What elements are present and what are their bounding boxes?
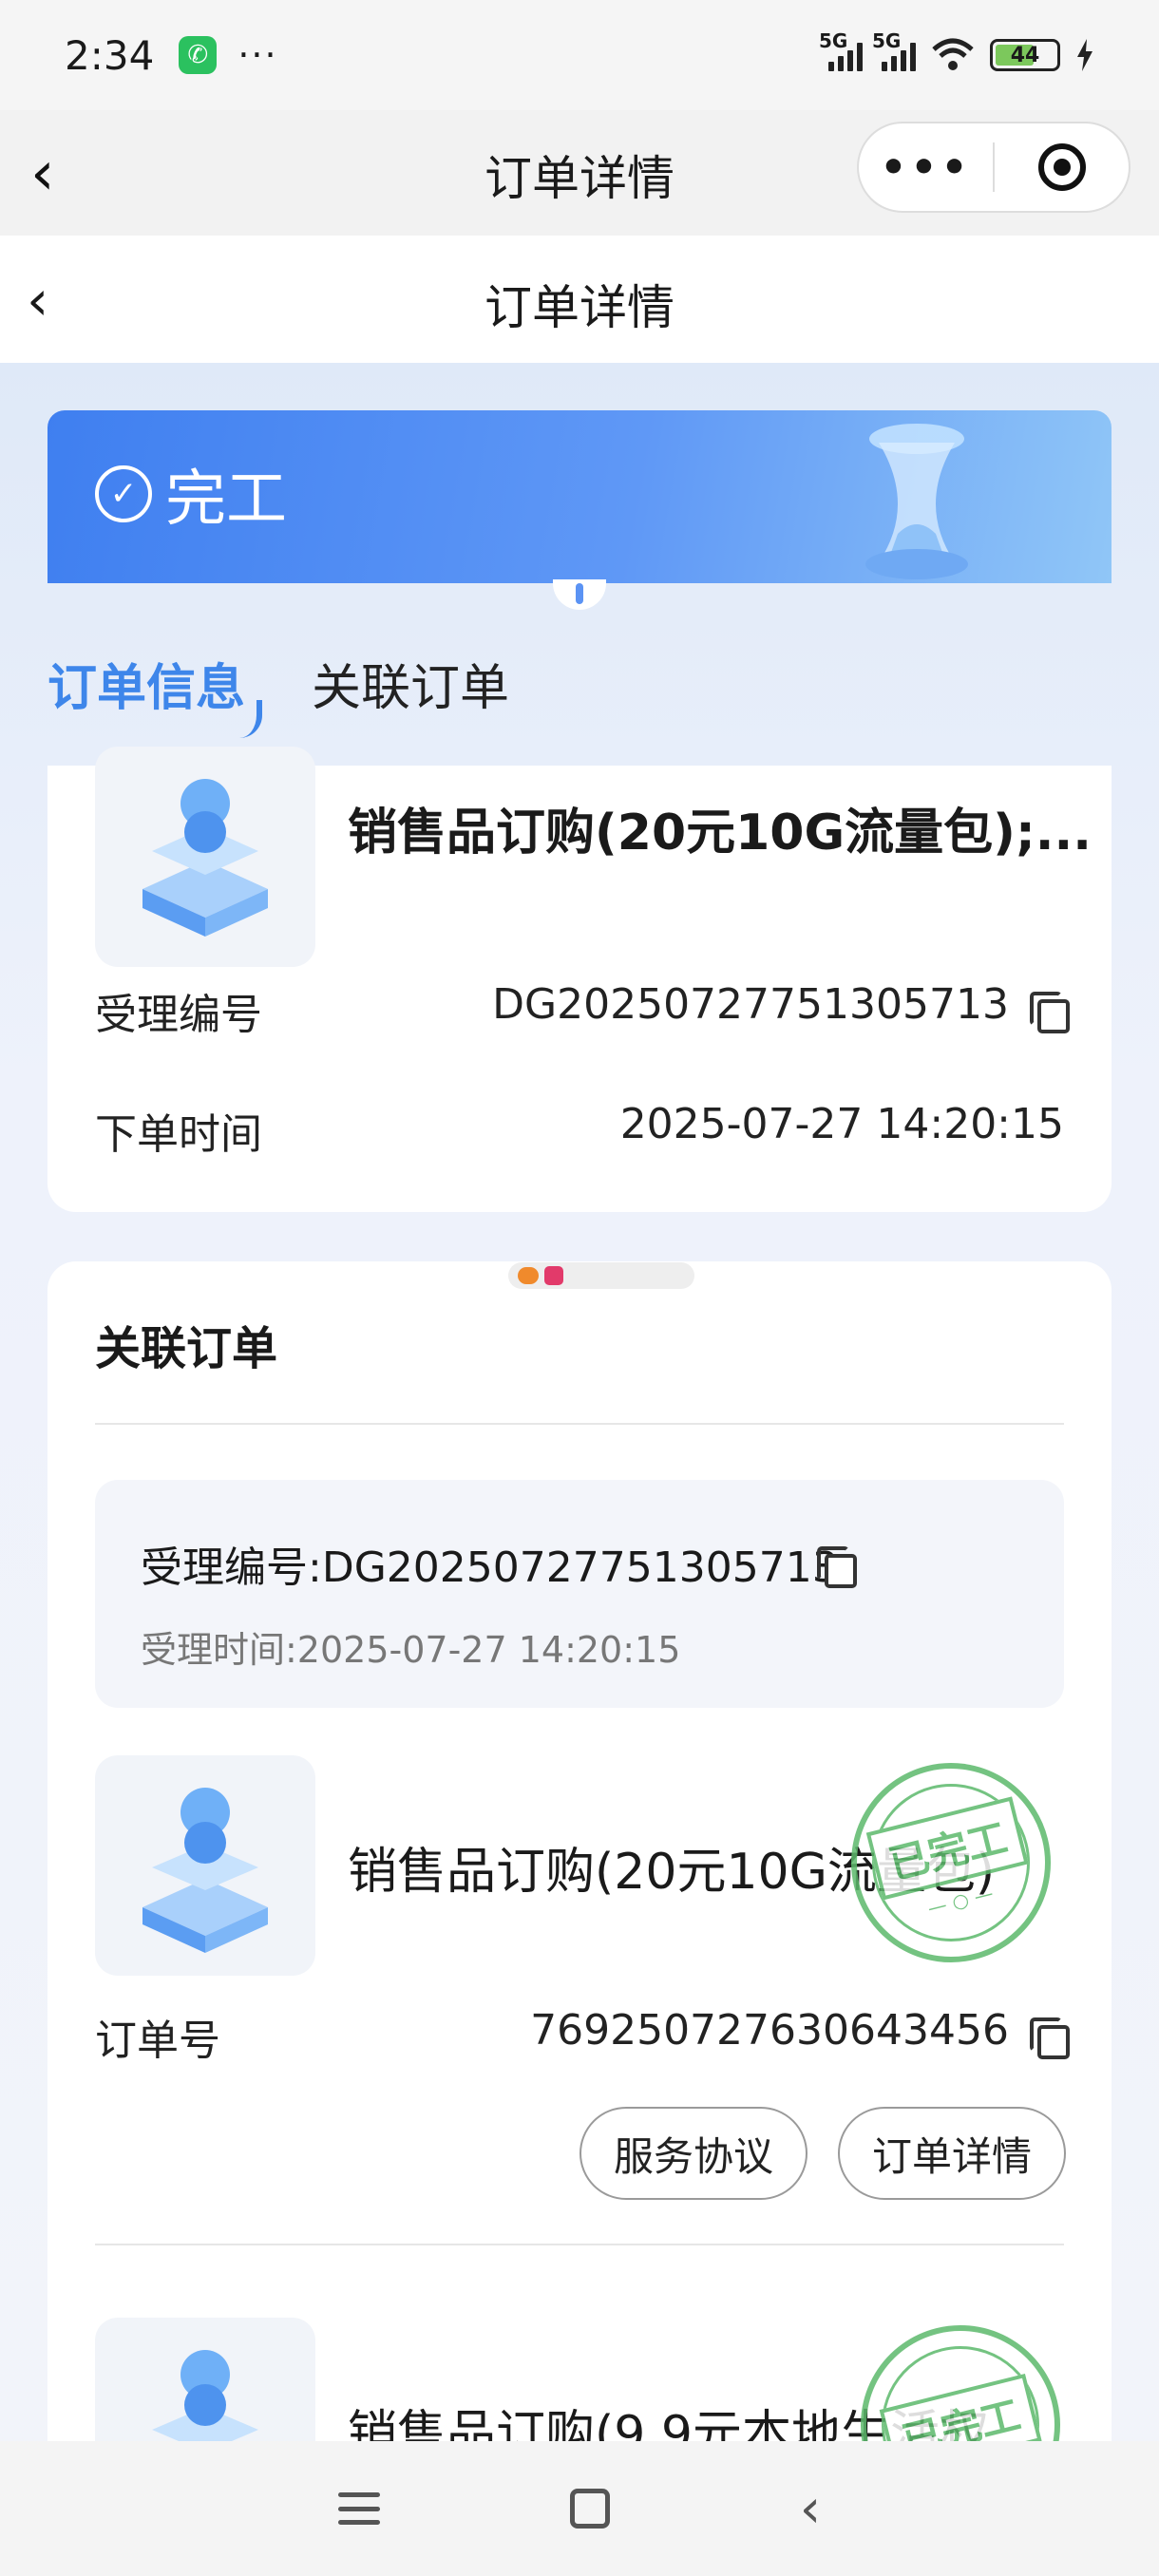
close-mini-program-button[interactable] <box>995 143 1129 191</box>
accept-time-line: 受理时间:2025-07-27 14:20:15 <box>141 1629 681 1671</box>
logo-icon <box>544 1266 563 1285</box>
data-package-icon <box>152 2350 258 2441</box>
tab-related-orders[interactable]: 关联订单 <box>312 648 509 719</box>
logo-icon <box>518 1267 539 1284</box>
clock: 2:34 <box>65 31 155 79</box>
status-icons: 5G 5G 44 <box>819 29 1094 72</box>
service-agreement-button[interactable]: 服务协议 <box>580 2107 808 2200</box>
tab-order-info[interactable]: 订单信息 <box>48 648 263 738</box>
back-button[interactable]: ‹ <box>800 2478 821 2540</box>
banner-notch <box>553 579 606 610</box>
capsule-menu: ••• <box>857 122 1130 213</box>
page-title: 订单详情 <box>484 280 674 335</box>
accept-info-box: 受理编号:DG20250727751305713 受理时间:2025-07-27… <box>95 1480 1064 1708</box>
battery-icon: 44 <box>990 39 1060 71</box>
product-title: 销售品订购(20元10G流量包);... <box>348 805 1092 862</box>
hourglass-icon <box>865 424 968 579</box>
completed-stamp: 已完工 <box>839 2303 1082 2441</box>
order-number-label: 订单号 <box>95 2017 220 2065</box>
target-icon <box>1037 143 1086 191</box>
more-notifications-icon: ··· <box>238 34 278 76</box>
data-package-icon <box>142 1788 268 1953</box>
product-image <box>95 2318 315 2441</box>
accept-number-value: DG20250727751305713 <box>492 980 1009 1029</box>
related-orders-heading: 关联订单 <box>95 1322 278 1375</box>
order-detail-button[interactable]: 订单详情 <box>838 2107 1066 2200</box>
copy-icon[interactable] <box>1030 992 1070 1033</box>
copy-icon[interactable] <box>1030 2017 1070 2059</box>
copy-icon[interactable] <box>817 1546 857 1588</box>
wechat-icon: ✆ <box>179 36 218 74</box>
status-bar: 2:34 ✆ ··· 5G 5G 44 <box>0 0 1159 110</box>
check-circle-icon: ✓ <box>95 465 152 522</box>
divider <box>95 1423 1064 1425</box>
network-type: 5G <box>819 29 848 52</box>
product-image <box>95 1755 315 1976</box>
order-info-card: 销售品订购(20元10G流量包);... 受理编号 DG202507277513… <box>48 747 1112 1212</box>
system-nav-bar: ‹ <box>0 2441 1159 2576</box>
product-image <box>95 747 315 967</box>
accept-number-line: 受理编号:DG20250727751305713 <box>141 1544 839 1592</box>
battery-level: 44 <box>1010 43 1040 67</box>
tab-bar: 订单信息 关联订单 <box>48 648 509 738</box>
signal-icon: 5G <box>872 29 916 71</box>
page-header: ‹ 订单详情 <box>0 236 1159 363</box>
order-status-label: 完工 <box>165 464 287 535</box>
watermark-badge <box>508 1262 694 1289</box>
related-orders-card: 关联订单 受理编号:DG20250727751305713 受理时间:2025-… <box>48 1261 1112 2441</box>
wifi-icon <box>932 38 974 70</box>
recent-apps-button[interactable] <box>337 2492 380 2525</box>
order-number-value: 769250727630643456 <box>530 2006 1009 2055</box>
order-status-banner: ✓ 完工 <box>48 410 1112 583</box>
mini-program-nav-bar: ‹ 订单详情 ••• <box>0 110 1159 236</box>
more-options-button[interactable]: ••• <box>859 143 993 192</box>
accept-number-label: 受理编号 <box>95 991 262 1039</box>
order-time-value: 2025-07-27 14:20:15 <box>619 1100 1064 1148</box>
order-time-label: 下单时间 <box>95 1110 262 1159</box>
charging-icon <box>1077 39 1092 71</box>
divider <box>95 2244 1064 2245</box>
signal-icon: 5G <box>819 29 863 71</box>
network-type: 5G <box>872 29 902 52</box>
main-content[interactable]: ✓ 完工 订单信息 关联订单 销售品订购(20元10G流量包);... 受理编号 <box>0 363 1159 2441</box>
completed-stamp: 已完工 — ○ — <box>829 1741 1073 1984</box>
home-button[interactable] <box>569 2489 610 2529</box>
data-package-icon <box>142 779 268 937</box>
